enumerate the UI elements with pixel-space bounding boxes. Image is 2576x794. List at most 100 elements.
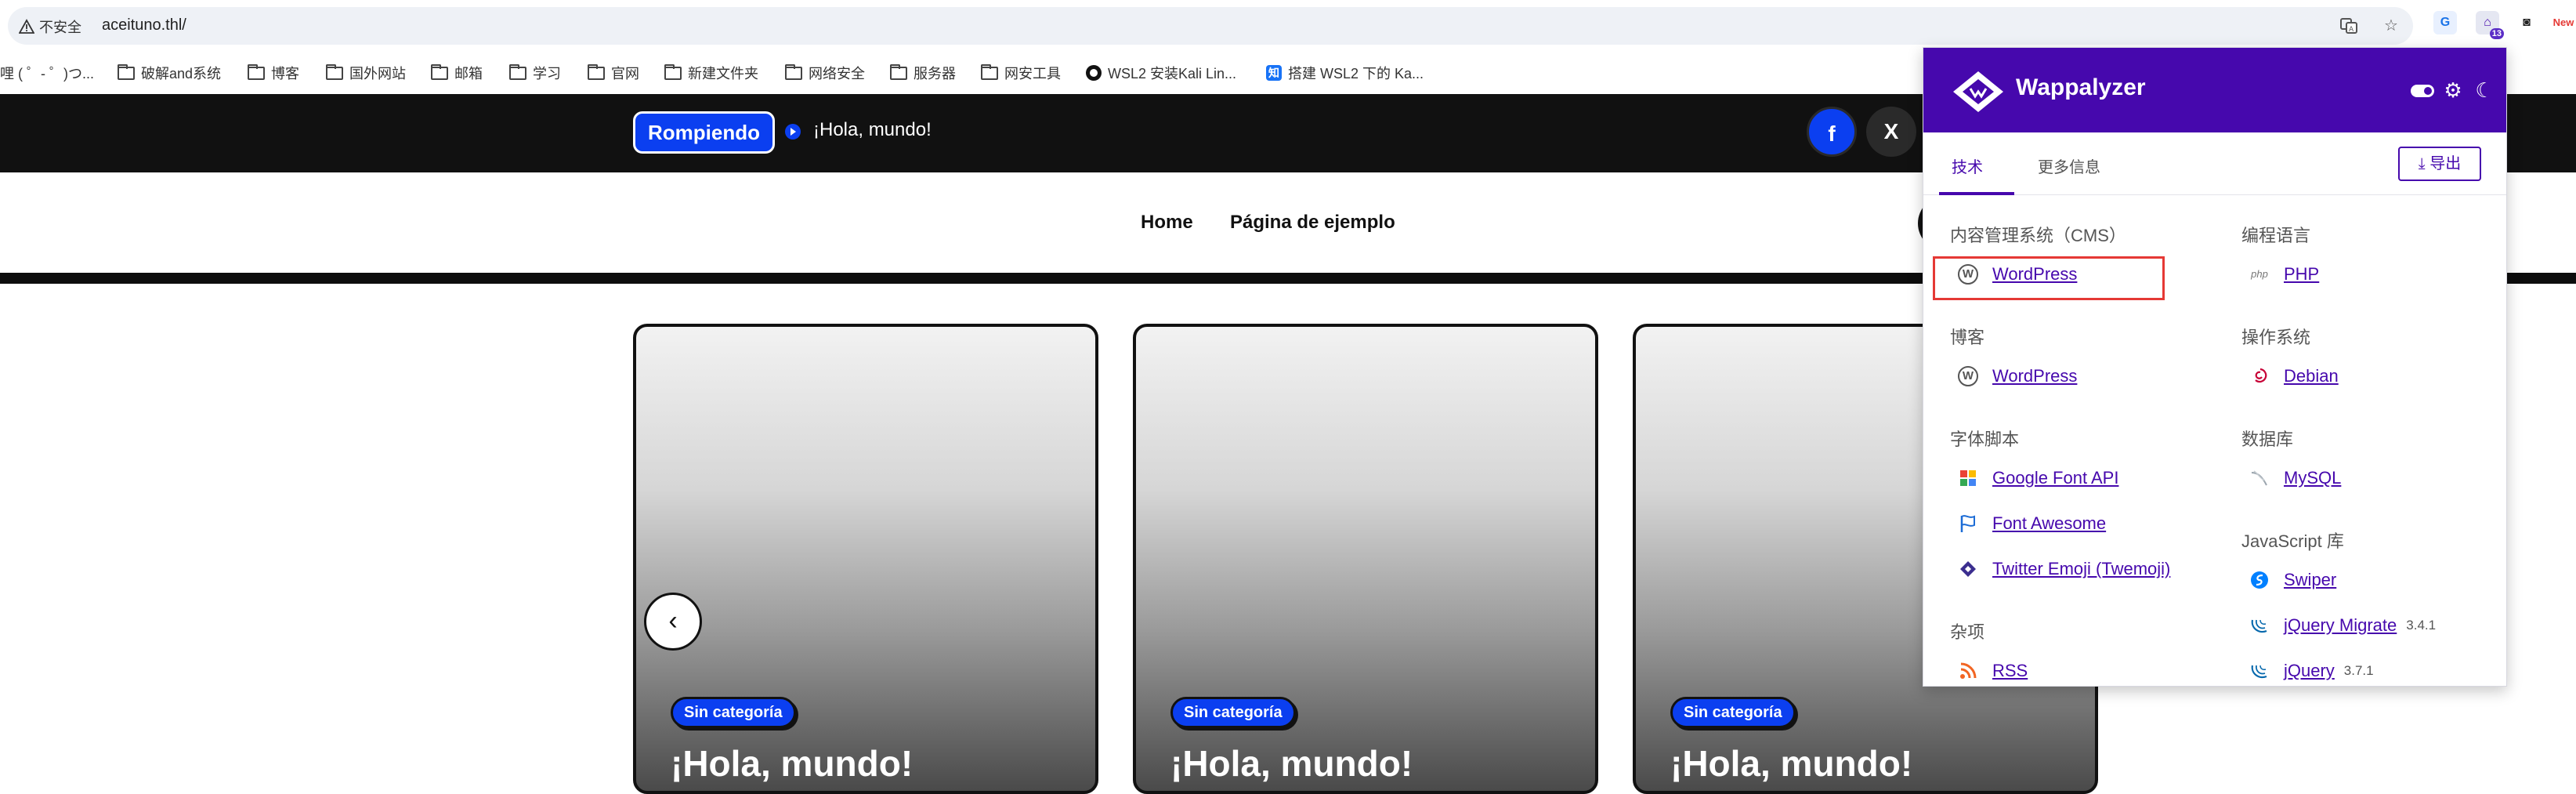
category-cms: 内容管理系统（CMS） xyxy=(1950,226,2126,245)
download-icon: ⤓ xyxy=(2418,155,2426,172)
post-card[interactable]: Sin categoría ¡Hola, mundo! xyxy=(633,324,1098,794)
wappalyzer-header: Wappalyzer ⚙ ☾ xyxy=(1923,48,2506,132)
security-label: 不安全 xyxy=(39,20,81,35)
folder-icon xyxy=(785,63,802,80)
ticker-link[interactable]: ¡Hola, mundo! xyxy=(813,119,932,141)
bookmark-folder[interactable]: 邮箱 xyxy=(431,63,483,83)
folder-icon xyxy=(248,63,265,80)
facebook-icon[interactable]: f xyxy=(1807,107,1857,157)
category-operating-systems: 操作系统 xyxy=(2241,328,2311,347)
tab-more-info[interactable]: 更多信息 xyxy=(2038,154,2100,177)
wappalyzer-title: Wappalyzer xyxy=(2016,74,2146,100)
translate-icon[interactable]: A xyxy=(2339,16,2358,35)
translator-extension-icon[interactable]: G xyxy=(2433,11,2457,34)
bookmark-folder[interactable]: 网安工具 xyxy=(981,63,1061,83)
wordpress-icon: W xyxy=(1958,366,1978,386)
moon-theme-icon[interactable]: ☾ xyxy=(2472,78,2497,103)
tech-item[interactable]: MySQL xyxy=(2249,468,2341,488)
bookmark-item[interactable]: 知搭建 WSL2 下的 Ka... xyxy=(1266,63,1424,83)
slider-prev-button[interactable]: ‹ xyxy=(644,593,702,651)
font-awesome-flag-icon xyxy=(1960,515,1975,532)
bookmark-folder[interactable]: 博客 xyxy=(248,63,299,83)
breaking-news-label: Rompiendo xyxy=(633,111,775,154)
nav-sample-page[interactable]: Página de ejemplo xyxy=(1230,212,1395,234)
chevron-left-icon: ‹ xyxy=(668,606,678,636)
tech-item[interactable]: php PHP xyxy=(2249,264,2319,285)
tech-item[interactable]: Google Font API xyxy=(1958,468,2118,488)
category-badge[interactable]: Sin categoría xyxy=(671,697,796,728)
php-icon: php xyxy=(2251,268,2268,280)
active-tab-indicator xyxy=(1939,192,2014,195)
wappalyzer-logo-icon xyxy=(1953,71,2003,112)
wappalyzer-extension-icon[interactable]: ⌂ 13 xyxy=(2476,11,2504,39)
post-title[interactable]: ¡Hola, mundo! xyxy=(1670,742,1912,785)
post-title[interactable]: ¡Hola, mundo! xyxy=(1170,742,1413,785)
bookmark-star-icon[interactable]: ☆ xyxy=(2382,16,2401,35)
extension-badge: 13 xyxy=(2489,28,2504,39)
tech-item[interactable]: Debian xyxy=(2249,366,2339,386)
bookmark-folder[interactable]: 网络安全 xyxy=(785,63,865,83)
bookmark-folder[interactable]: 官网 xyxy=(588,63,639,83)
new-extension-icon[interactable]: New xyxy=(2551,11,2576,34)
github-icon xyxy=(1086,65,1102,81)
browser-toolbar: 不安全 aceituno.thl/ A ☆ G ⌂ 13 ◙ New xyxy=(0,0,2576,50)
folder-icon xyxy=(981,63,998,80)
debian-icon xyxy=(2255,368,2267,382)
version-label: 3.4.1 xyxy=(2406,618,2437,633)
toggle-switch-icon[interactable] xyxy=(2409,78,2434,103)
folder-icon xyxy=(509,63,526,80)
category-misc: 杂项 xyxy=(1950,622,1985,642)
warning-icon xyxy=(19,19,34,34)
folder-icon xyxy=(664,63,682,80)
category-badge[interactable]: Sin categoría xyxy=(1670,697,1796,728)
twemoji-icon xyxy=(1960,561,1976,577)
folder-icon xyxy=(326,63,343,80)
folder-icon xyxy=(890,63,907,80)
version-label: 3.7.1 xyxy=(2343,663,2374,678)
category-blog: 博客 xyxy=(1950,328,1985,347)
security-indicator[interactable]: 不安全 xyxy=(19,16,81,37)
extension-icon[interactable]: ◙ xyxy=(2515,11,2538,34)
tech-item[interactable]: jQuery 3.7.1 xyxy=(2249,661,2374,681)
url-text[interactable]: aceituno.thl/ xyxy=(102,16,186,34)
tech-item[interactable]: jQuery Migrate 3.4.1 xyxy=(2249,615,2436,636)
nav-home[interactable]: Home xyxy=(1141,212,1193,234)
post-card[interactable]: Sin categoría ¡Hola, mundo! xyxy=(1133,324,1598,794)
settings-gear-icon[interactable]: ⚙ xyxy=(2440,78,2466,103)
zhihu-icon: 知 xyxy=(1266,65,1282,81)
tech-item[interactable]: W WordPress xyxy=(1958,264,2077,285)
svg-text:A: A xyxy=(2349,26,2354,34)
wappalyzer-tabs: 技术 更多信息 ⤓ 导出 xyxy=(1923,132,2506,195)
tech-item[interactable]: Twitter Emoji (Twemoji) xyxy=(1958,559,2170,579)
x-twitter-icon[interactable]: X xyxy=(1866,107,1916,157)
tech-item[interactable]: RSS xyxy=(1958,661,2028,681)
google-fonts-icon xyxy=(1960,470,1976,486)
export-button[interactable]: ⤓ 导出 xyxy=(2398,147,2481,181)
category-badge[interactable]: Sin categoría xyxy=(1170,697,1296,728)
jquery-icon xyxy=(2251,619,2267,633)
tech-item[interactable]: W WordPress xyxy=(1958,366,2077,386)
swiper-icon xyxy=(2251,571,2268,589)
bookmark-folder[interactable]: 服务器 xyxy=(890,63,956,83)
mysql-icon xyxy=(2251,470,2267,486)
folder-icon xyxy=(588,63,605,80)
ticker-arrow-icon xyxy=(785,124,801,140)
jquery-icon xyxy=(2251,665,2267,679)
wordpress-icon: W xyxy=(1958,264,1978,285)
tech-item[interactable]: Swiper xyxy=(2249,570,2336,590)
bookmark-folder[interactable]: 破解and系统 xyxy=(118,63,221,83)
bookmark-folder[interactable]: 国外网站 xyxy=(326,63,406,83)
category-programming-languages: 编程语言 xyxy=(2241,226,2311,245)
tab-technologies[interactable]: 技术 xyxy=(1952,154,1983,177)
folder-icon xyxy=(118,63,135,80)
post-title[interactable]: ¡Hola, mundo! xyxy=(671,742,913,785)
bookmark-folder[interactable]: 新建文件夹 xyxy=(664,63,758,83)
folder-icon xyxy=(431,63,448,80)
category-databases: 数据库 xyxy=(2241,430,2294,449)
bookmark-item[interactable]: 哩 ( ゜- ゜)つ... xyxy=(0,63,94,83)
bookmark-folder[interactable]: 学习 xyxy=(509,63,561,83)
tech-item[interactable]: Font Awesome xyxy=(1958,513,2106,534)
bookmark-item[interactable]: WSL2 安装Kali Lin... xyxy=(1086,63,1236,83)
address-bar[interactable]: 不安全 aceituno.thl/ A ☆ xyxy=(8,7,2413,45)
category-javascript-libraries: JavaScript 库 xyxy=(2241,531,2344,551)
